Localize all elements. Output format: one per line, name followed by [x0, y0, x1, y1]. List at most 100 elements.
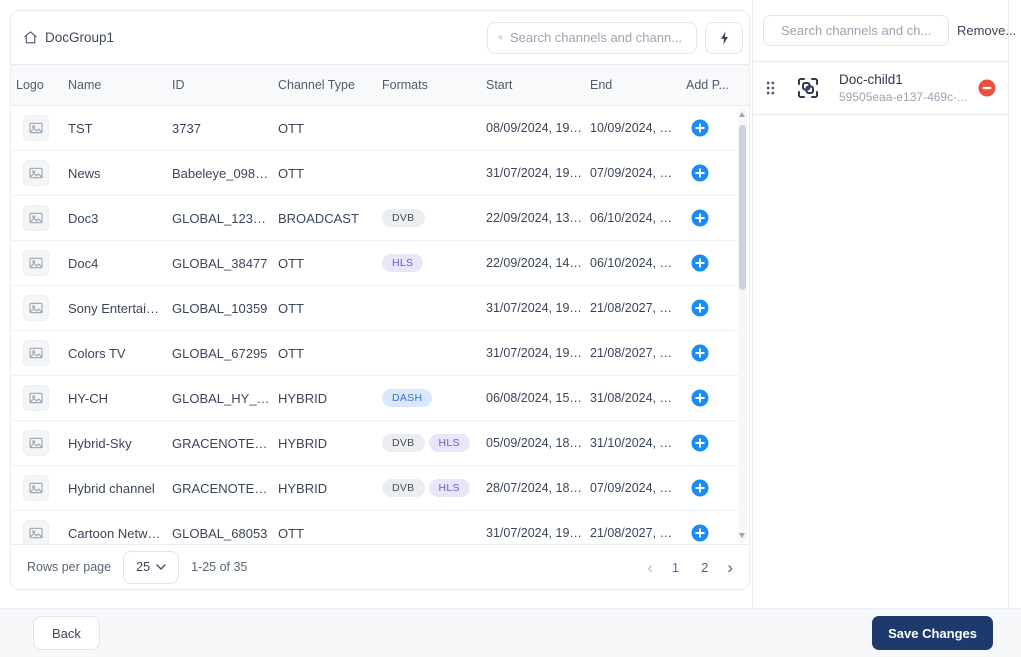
image-icon	[28, 345, 44, 361]
image-icon	[28, 165, 44, 181]
selected-item-title: Doc-child1	[839, 71, 970, 89]
add-channel-button[interactable]	[691, 209, 709, 227]
save-changes-button[interactable]: Save Changes	[872, 616, 993, 650]
add-channel-button[interactable]	[691, 524, 709, 542]
selected-searchbox[interactable]	[763, 15, 949, 46]
image-icon	[28, 120, 44, 136]
column-header: Start	[486, 78, 590, 92]
rows-per-page-select[interactable]: 25	[123, 551, 179, 584]
back-button[interactable]: Back	[33, 616, 100, 650]
page-number-buttons: 12	[669, 558, 711, 577]
pagination-bar: Rows per page 25 1-25 of 35 ‹ 12 ›	[11, 544, 749, 589]
footer-bar: Back Save Changes	[0, 608, 1021, 657]
channel-name: HY-CH	[68, 391, 172, 406]
selected-panel: Remove... Doc-child1 59505eaa-e137-469c-…	[752, 0, 1009, 608]
format-badge: HLS	[429, 479, 470, 498]
end-date: 07/09/2024, 19:29	[590, 166, 686, 180]
image-icon	[28, 390, 44, 406]
channel-id: GLOBAL_HY_CH	[172, 391, 278, 406]
table-header: LogoNameIDChannel TypeFormatsStartEndAdd…	[11, 64, 749, 106]
add-channel-button[interactable]	[691, 344, 709, 362]
plus-icon	[691, 479, 709, 497]
channel-name: Hybrid channel	[68, 481, 172, 496]
scroll-up-arrow[interactable]	[739, 112, 745, 117]
channel-name: Doc4	[68, 256, 172, 271]
add-channel-button[interactable]	[691, 119, 709, 137]
format-badge: DVB	[382, 209, 425, 228]
format-badges: DVB	[382, 209, 486, 228]
selected-panel-toolbar: Remove...	[753, 0, 1008, 62]
scroll-down-arrow[interactable]	[739, 533, 745, 538]
channel-logo-placeholder	[23, 520, 49, 544]
format-badge: DASH	[382, 389, 432, 408]
start-date: 06/08/2024, 15:57	[486, 391, 590, 405]
table-row: News Babeleye_098390 OTT 31/07/2024, 19:…	[11, 151, 749, 196]
column-header: Logo	[16, 78, 68, 92]
selected-item: Doc-child1 59505eaa-e137-469c-...	[753, 62, 1008, 115]
page-button-2[interactable]: 2	[698, 558, 711, 577]
selected-item-id: 59505eaa-e137-469c-...	[839, 89, 970, 105]
channels-searchbox[interactable]	[487, 22, 697, 54]
start-date: 28/07/2024, 18:44	[486, 481, 590, 495]
next-page-button[interactable]: ›	[727, 559, 733, 576]
end-date: 21/08/2027, 19:29	[590, 526, 686, 540]
channel-name: News	[68, 166, 172, 181]
channel-logo-placeholder	[23, 430, 49, 456]
image-icon	[28, 255, 44, 271]
prev-page-button[interactable]: ‹	[647, 559, 653, 576]
add-channel-button[interactable]	[691, 254, 709, 272]
add-channel-button[interactable]	[691, 389, 709, 407]
pagination-pages: ‹ 12 ›	[647, 558, 733, 577]
plus-icon	[691, 119, 709, 137]
format-badges: HLS	[382, 254, 486, 273]
channels-search-input[interactable]	[510, 30, 686, 45]
channel-id: 3737	[172, 121, 278, 136]
add-channel-button[interactable]	[691, 299, 709, 317]
channel-type: OTT	[278, 166, 382, 181]
channel-id: GRACENOTE_Hy...	[172, 436, 278, 451]
selected-search-input[interactable]	[781, 23, 957, 38]
page-button-1[interactable]: 1	[669, 558, 682, 577]
end-date: 21/08/2027, 19:29	[590, 301, 686, 315]
channel-logo-placeholder	[23, 205, 49, 231]
table-scrollbar[interactable]	[738, 107, 747, 543]
image-icon	[28, 480, 44, 496]
channel-type: HYBRID	[278, 436, 382, 451]
channel-logo-placeholder	[23, 475, 49, 501]
search-icon	[498, 30, 503, 45]
end-date: 31/08/2024, 15:57	[590, 391, 686, 405]
drag-handle[interactable]	[766, 81, 775, 95]
image-icon	[28, 435, 44, 451]
start-date: 31/07/2024, 19:30	[486, 526, 590, 540]
plus-icon	[691, 434, 709, 452]
remove-item-button[interactable]	[978, 79, 996, 97]
format-badge: HLS	[382, 254, 423, 273]
table-row: Sony Entertainm... GLOBAL_10359 OTT 31/0…	[11, 286, 749, 331]
channel-logo-placeholder	[23, 385, 49, 411]
channel-name: Colors TV	[68, 346, 172, 361]
add-channel-button[interactable]	[691, 164, 709, 182]
scrollbar-thumb[interactable]	[739, 125, 746, 290]
start-date: 22/09/2024, 13:...	[486, 211, 590, 225]
channel-type: HYBRID	[278, 391, 382, 406]
start-date: 31/07/2024, 19:30	[486, 346, 590, 360]
format-badges: DASH	[382, 389, 486, 408]
table-row: HY-CH GLOBAL_HY_CH HYBRID DASH 06/08/202…	[11, 376, 749, 421]
table-row: Doc4 GLOBAL_38477 OTT HLS 22/09/2024, 14…	[11, 241, 749, 286]
image-icon	[28, 525, 44, 541]
end-date: 06/10/2024, 14:32	[590, 256, 686, 270]
add-channel-button[interactable]	[691, 479, 709, 497]
channel-id: GLOBAL_10359	[172, 301, 278, 316]
channel-name: Doc3	[68, 211, 172, 226]
lightning-icon	[719, 31, 730, 45]
channel-type: BROADCAST	[278, 211, 382, 226]
group-title-text: DocGroup1	[45, 30, 114, 45]
quick-assign-button[interactable]	[705, 22, 743, 54]
plus-icon	[691, 299, 709, 317]
table-row: Colors TV GLOBAL_67295 OTT 31/07/2024, 1…	[11, 331, 749, 376]
channel-type: OTT	[278, 121, 382, 136]
channels-toolbar: DocGroup1	[11, 11, 749, 64]
channel-type: OTT	[278, 526, 382, 541]
remove-all-button[interactable]: Remove...	[957, 23, 1016, 38]
add-channel-button[interactable]	[691, 434, 709, 452]
